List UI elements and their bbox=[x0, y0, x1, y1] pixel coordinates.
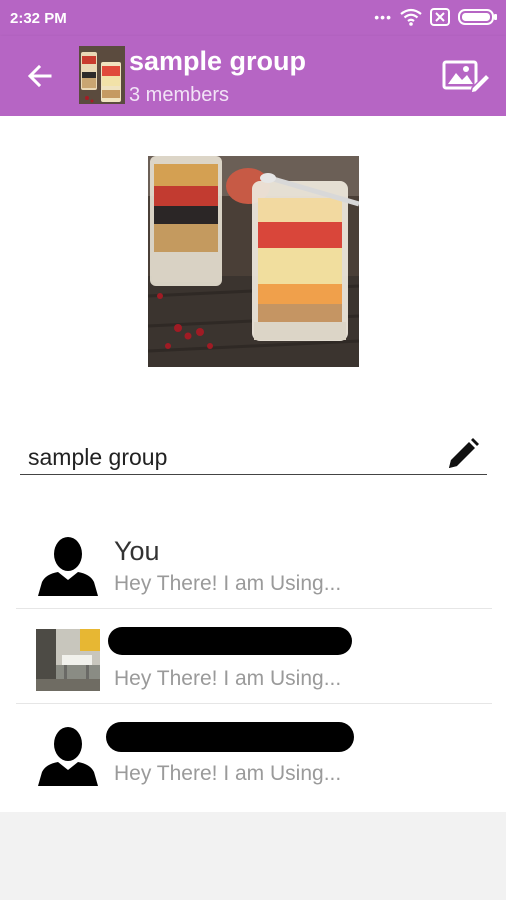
back-button[interactable] bbox=[22, 58, 58, 94]
status-bar: 2:32 PM ••• bbox=[0, 0, 506, 36]
member-status: Hey There! I am Using... bbox=[114, 762, 342, 785]
group-info-panel: You Hey There! I am Using... Hey There! … bbox=[0, 116, 506, 812]
group-title: sample group bbox=[129, 46, 307, 76]
person-silhouette-icon bbox=[38, 537, 98, 596]
group-name-field[interactable] bbox=[28, 444, 428, 471]
member-status: Hey There! I am Using... bbox=[114, 667, 342, 690]
member-item[interactable]: Hey There! I am Using... bbox=[16, 609, 492, 704]
group-photo[interactable] bbox=[148, 156, 359, 367]
member-avatar bbox=[36, 629, 100, 691]
app-bar: sample group 3 members bbox=[0, 36, 506, 116]
member-avatar bbox=[36, 534, 100, 596]
back-arrow-icon bbox=[27, 64, 52, 88]
member-status: Hey There! I am Using... bbox=[114, 572, 342, 595]
battery-icon bbox=[458, 9, 497, 25]
person-silhouette-icon bbox=[38, 727, 98, 786]
redacted-name bbox=[108, 627, 352, 655]
group-photo-image bbox=[148, 156, 359, 367]
edit-photo-button[interactable] bbox=[442, 58, 492, 96]
group-avatar[interactable] bbox=[79, 46, 125, 104]
member-item[interactable]: Hey There! I am Using... bbox=[16, 704, 492, 798]
pencil-icon bbox=[449, 438, 479, 468]
edit-name-button[interactable] bbox=[445, 436, 481, 472]
wifi-icon bbox=[400, 8, 422, 26]
more-dots-icon: ••• bbox=[374, 9, 392, 25]
sim-error-icon bbox=[430, 8, 450, 26]
bottom-empty-area bbox=[0, 812, 506, 900]
status-time: 2:32 PM bbox=[10, 10, 67, 27]
redacted-name bbox=[106, 722, 354, 752]
member-name: You bbox=[114, 536, 160, 566]
member-item[interactable]: You Hey There! I am Using... bbox=[16, 514, 492, 609]
members-count: 3 members bbox=[129, 84, 230, 106]
edit-photo-icon bbox=[442, 60, 492, 94]
member-photo bbox=[36, 629, 100, 691]
status-icons: ••• bbox=[374, 8, 498, 26]
group-name-row bbox=[20, 434, 487, 475]
group-avatar-image bbox=[79, 46, 125, 104]
member-avatar bbox=[36, 724, 100, 786]
